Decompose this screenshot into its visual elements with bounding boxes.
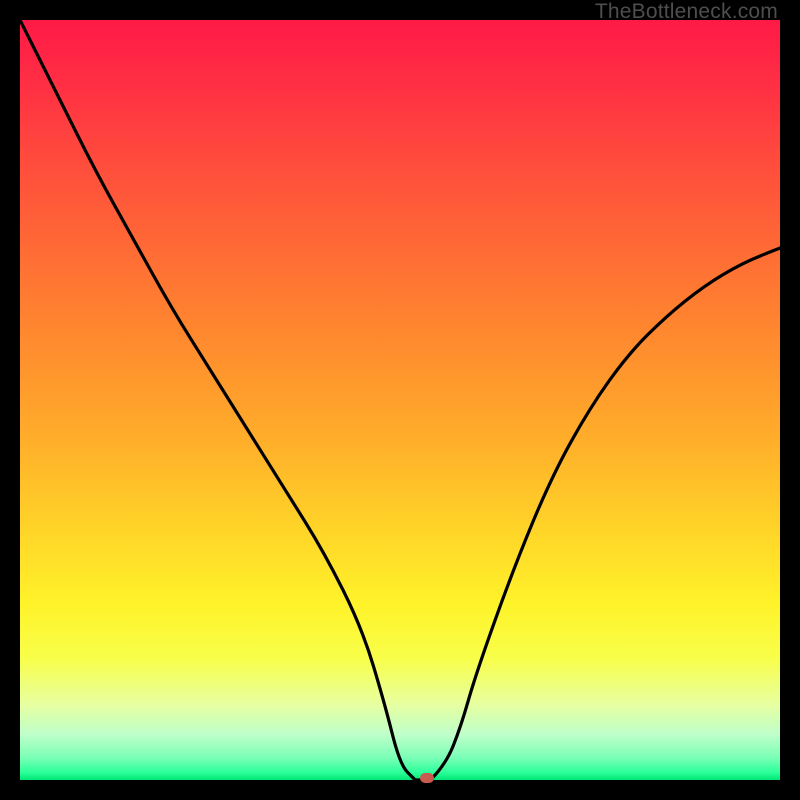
bottleneck-curve-path — [20, 20, 780, 780]
optimal-point-marker — [420, 773, 434, 783]
curve-svg — [20, 20, 780, 780]
chart-frame: TheBottleneck.com — [0, 0, 800, 800]
plot-area — [20, 20, 780, 780]
